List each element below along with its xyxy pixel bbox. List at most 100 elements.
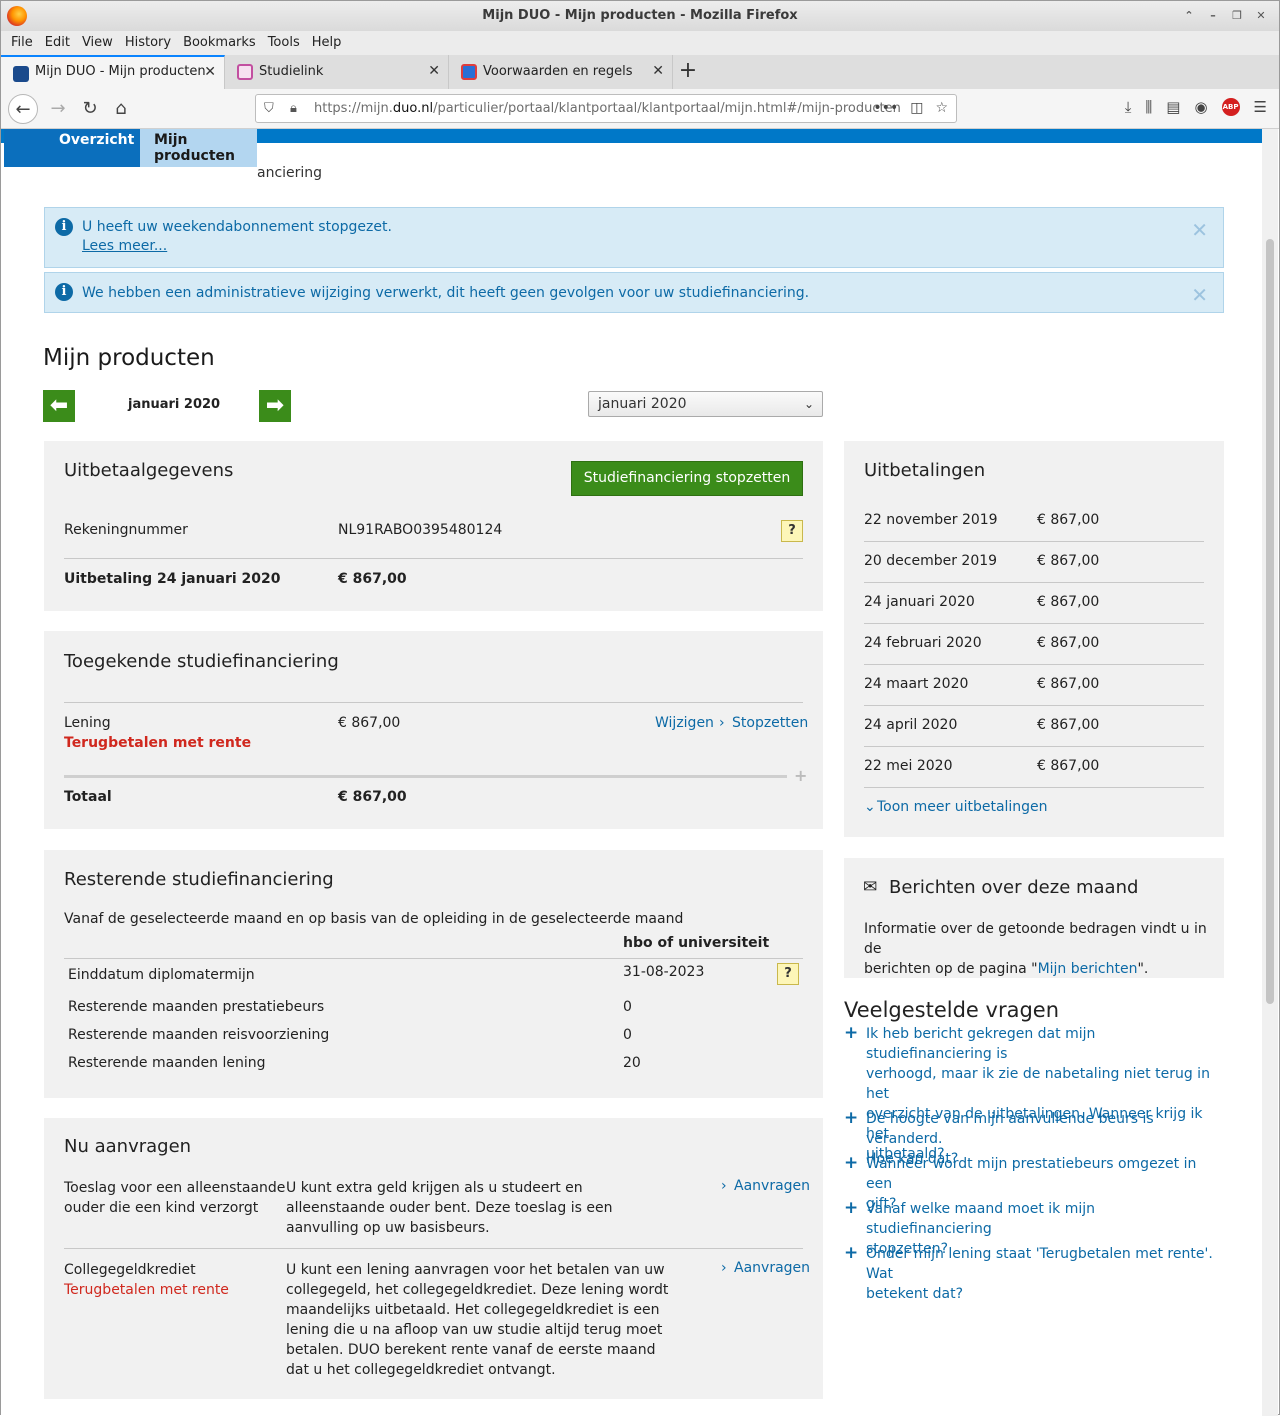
- prev-month-arrow-icon[interactable]: ⬅: [43, 390, 75, 422]
- url-bar[interactable]: ⛉ 🔒︎ https://mijn.duo.nl/particulier/por…: [255, 94, 957, 123]
- envelope-icon: ✉: [863, 877, 878, 897]
- tab-close-icon[interactable]: ✕: [428, 55, 440, 88]
- aanvraag-sub: Terugbetalen met rente: [64, 1282, 229, 1298]
- url-prefix: https://mijn.: [314, 101, 393, 116]
- shield-icon[interactable]: ⛉: [264, 95, 274, 122]
- resterende-intro: Vanaf de geselecteerde maand en op basis…: [64, 911, 684, 927]
- aanvraag-desc: U kunt een lening aanvragen voor het bet…: [286, 1260, 668, 1380]
- divider: [64, 702, 803, 703]
- payment-date: 22 november 2019: [864, 512, 998, 528]
- tab-bar: Mijn DUO - Mijn producten ✕ Studielink ✕…: [1, 55, 1279, 112]
- tab-label: Studielink: [259, 64, 324, 79]
- desc-line: aanvulling op uw basisbeurs.: [286, 1220, 490, 1236]
- home-icon[interactable]: ⌂: [106, 94, 136, 124]
- berichten-line: Informatie over de getoonde bedragen vin…: [864, 921, 1207, 957]
- divider: [864, 705, 1204, 706]
- toegekende-title: Toegekende studiefinanciering: [64, 651, 339, 672]
- menu-edit[interactable]: Edit: [39, 31, 76, 55]
- aanvragen-link[interactable]: Aanvragen: [734, 1260, 810, 1276]
- menu-help[interactable]: Help: [306, 31, 348, 55]
- scrollbar[interactable]: [1262, 129, 1278, 1416]
- next-month-arrow-icon[interactable]: ➡: [259, 390, 291, 422]
- row-value: 20: [623, 1055, 641, 1071]
- month-select[interactable]: januari 2020 ⌄: [588, 391, 823, 417]
- faq-item[interactable]: Onder mijn lening staat 'Terugbetalen me…: [866, 1244, 1222, 1304]
- alert-weekendabonnement: i U heeft uw weekendabonnement stopgezet…: [44, 207, 1224, 268]
- pocket-icon[interactable]: ◫: [910, 95, 923, 122]
- plus-icon: +: [794, 766, 808, 785]
- scroll-thumb[interactable]: [1266, 239, 1274, 1004]
- download-icon[interactable]: ⤓: [1125, 98, 1132, 116]
- row-label: Resterende maanden reisvoorziening: [68, 1027, 330, 1043]
- close-icon[interactable]: ✕: [1191, 218, 1208, 242]
- site-nav: Overzicht Mijn producten: [4, 129, 257, 167]
- hamburger-menu-icon[interactable]: ☰: [1254, 98, 1267, 116]
- rekeningnummer-label: Rekeningnummer: [64, 522, 188, 538]
- close-icon[interactable]: ✕: [1191, 283, 1208, 307]
- help-icon[interactable]: ?: [777, 963, 799, 985]
- tab-studielink[interactable]: Studielink ✕: [225, 55, 449, 89]
- aanvraag-name-line: Collegegeldkrediet: [64, 1262, 196, 1278]
- page-title: Mijn producten: [43, 345, 215, 371]
- tab-close-icon[interactable]: ✕: [204, 57, 216, 87]
- breadcrumb: anciering: [257, 165, 323, 181]
- desc-line: collegegeld, het collegegeldkrediet. Dez…: [286, 1282, 669, 1298]
- plus-icon: +: [844, 1198, 859, 1218]
- desc-line: betalen. DUO berekent rente vanaf de eer…: [286, 1342, 656, 1358]
- window-close-icon[interactable]: ✕: [1251, 7, 1271, 25]
- uitbetalingen-title: Uitbetalingen: [864, 460, 986, 481]
- aanvragen-link[interactable]: Aanvragen: [734, 1178, 810, 1194]
- title-bar: Mijn DUO - Mijn producten - Mozilla Fire…: [1, 1, 1279, 31]
- duo-favicon-icon: [13, 66, 29, 82]
- menu-history[interactable]: History: [119, 31, 177, 55]
- bookmark-star-icon[interactable]: ☆: [935, 95, 948, 122]
- window-up-icon[interactable]: ⌃: [1179, 7, 1199, 25]
- new-tab-icon[interactable]: +: [673, 55, 703, 89]
- sidebar-icon[interactable]: ▤: [1166, 98, 1180, 116]
- lees-meer-link[interactable]: Lees meer...: [82, 238, 167, 254]
- window-minimize-icon[interactable]: –: [1203, 7, 1223, 25]
- stopzetten-link[interactable]: Stopzetten: [732, 715, 808, 731]
- window-maximize-icon[interactable]: ❐: [1227, 7, 1247, 25]
- desc-line: maandelijks uitbetaald. Het collegegeldk…: [286, 1302, 660, 1318]
- tab-close-icon[interactable]: ✕: [652, 55, 664, 88]
- payment-amount: € 867,00: [1037, 676, 1100, 692]
- menu-file[interactable]: File: [5, 31, 39, 55]
- reload-icon[interactable]: ↻: [75, 94, 105, 124]
- berichten-post: ".: [1137, 961, 1149, 977]
- mijn-berichten-link[interactable]: Mijn berichten: [1038, 961, 1138, 977]
- back-icon[interactable]: ←: [8, 94, 38, 124]
- voorwaarden-favicon-icon: [461, 64, 477, 80]
- library-icon[interactable]: ⫼: [1145, 98, 1152, 116]
- tab-mijn-duo[interactable]: Mijn DUO - Mijn producten ✕: [1, 55, 225, 89]
- uitbetaling-value: € 867,00: [338, 571, 407, 587]
- menu-tools[interactable]: Tools: [262, 31, 306, 55]
- faq-line: Ik heb bericht gekregen dat mijn studief…: [866, 1026, 1096, 1062]
- adblock-icon[interactable]: ABP: [1221, 98, 1240, 116]
- menu-bookmarks[interactable]: Bookmarks: [177, 31, 262, 55]
- toon-meer-link[interactable]: Toon meer uitbetalingen: [877, 799, 1048, 815]
- account-icon[interactable]: ◉: [1194, 98, 1207, 116]
- desc-line: dat u het collegegeldkrediet ontvangt.: [286, 1362, 556, 1378]
- tab-voorwaarden[interactable]: Voorwaarden en regels kwijts ✕: [449, 55, 673, 112]
- forward-icon[interactable]: →: [43, 94, 73, 124]
- payment-amount: € 867,00: [1037, 512, 1100, 528]
- plus-icon: +: [844, 1243, 859, 1263]
- payment-date: 20 december 2019: [864, 553, 998, 569]
- menu-view[interactable]: View: [76, 31, 119, 55]
- help-icon[interactable]: ?: [781, 520, 803, 542]
- faq-line: betekent dat?: [866, 1286, 964, 1302]
- aanvraag-name-line: ouder die een kind verzorgt: [64, 1200, 259, 1216]
- aanvraag-name: Toeslag voor een alleenstaande ouder die…: [64, 1178, 285, 1218]
- nav-bar: ← → ↻ ⌂ ⛉ 🔒︎ https://mijn.duo.nl/particu…: [1, 89, 1279, 129]
- nav-mijn-producten[interactable]: Mijn producten: [140, 129, 257, 167]
- desc-line: alleenstaande ouder bent. Deze toeslag i…: [286, 1200, 613, 1216]
- totaal-value: € 867,00: [338, 789, 407, 805]
- nav-overzicht[interactable]: Overzicht: [4, 129, 140, 167]
- lening-value: € 867,00: [338, 715, 401, 731]
- wijzigen-link[interactable]: Wijzigen: [655, 715, 714, 731]
- payment-date: 24 januari 2020: [864, 594, 975, 610]
- studiefinanciering-stopzetten-button[interactable]: Studiefinanciering stopzetten: [571, 461, 803, 496]
- info-icon: i: [55, 218, 73, 236]
- page-actions-icon[interactable]: •••: [873, 95, 898, 122]
